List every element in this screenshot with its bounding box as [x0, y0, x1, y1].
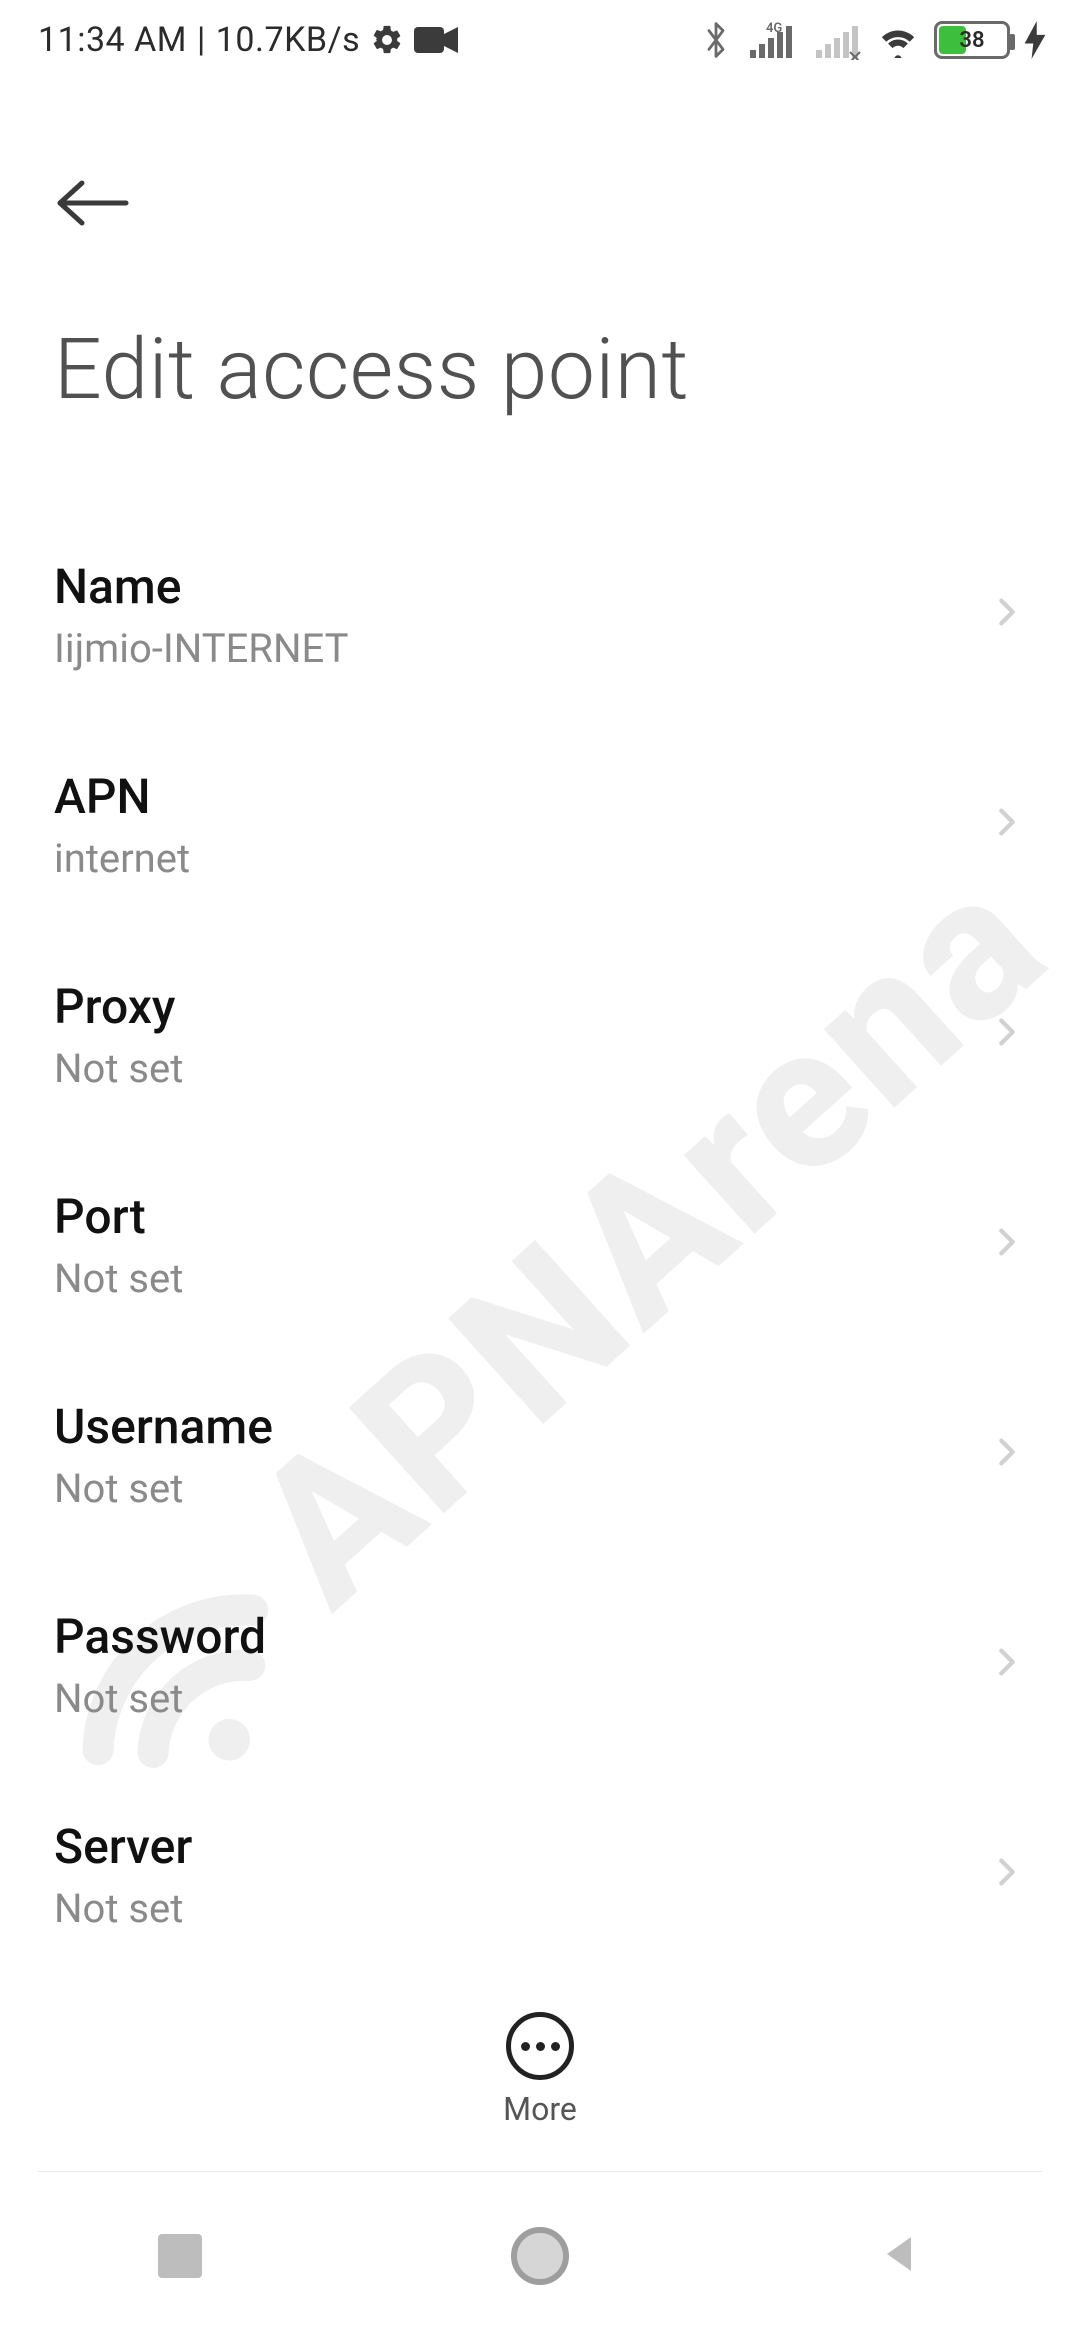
setting-label: Proxy: [54, 978, 990, 1035]
signal-sim1-icon: 4G: [744, 20, 796, 60]
arrow-left-icon: [54, 177, 130, 233]
battery-percent: 38: [937, 28, 1007, 53]
circle-icon: [511, 2227, 569, 2285]
status-bar: 11:34 AM | 10.7KB/s 4G 38: [0, 0, 1080, 80]
setting-row-password[interactable]: Password Not set: [0, 1560, 1080, 1770]
setting-label: Server: [54, 1818, 990, 1875]
setting-value: Not set: [54, 1675, 990, 1722]
signal-sim2-icon: [810, 20, 862, 60]
setting-label: Port: [54, 1188, 990, 1245]
setting-texts: Server Not set: [54, 1818, 990, 1932]
more-dots-icon: [521, 2042, 530, 2051]
nav-home-button[interactable]: [508, 2224, 572, 2288]
setting-texts: Proxy Not set: [54, 978, 990, 1092]
system-nav-bar: [0, 2172, 1080, 2340]
setting-row-server[interactable]: Server Not set: [0, 1770, 1080, 1968]
camera-icon: [414, 25, 458, 55]
page-title: Edit access point: [54, 320, 1026, 419]
more-label: More: [503, 2090, 577, 2128]
setting-label: Password: [54, 1608, 990, 1665]
chevron-right-icon: [990, 1225, 1030, 1265]
more-dots-icon: [536, 2042, 545, 2051]
triangle-left-icon: [877, 2231, 923, 2281]
setting-texts: APN internet: [54, 768, 990, 882]
status-data-rate: 10.7KB/s: [216, 20, 360, 60]
more-button[interactable]: [506, 2012, 574, 2080]
chevron-right-icon: [990, 1645, 1030, 1685]
setting-label: Name: [54, 558, 990, 615]
setting-row-name[interactable]: Name Iijmio-INTERNET: [0, 510, 1080, 720]
status-left: 11:34 AM | 10.7KB/s: [38, 20, 458, 60]
chevron-right-icon: [990, 1435, 1030, 1475]
setting-value: Not set: [54, 1045, 990, 1092]
chevron-right-icon: [990, 595, 1030, 635]
setting-texts: Name Iijmio-INTERNET: [54, 558, 990, 672]
setting-value: Not set: [54, 1465, 990, 1512]
bluetooth-icon: [702, 20, 730, 60]
setting-label: APN: [54, 768, 990, 825]
setting-value: Not set: [54, 1255, 990, 1302]
nav-back-button[interactable]: [868, 2224, 932, 2288]
setting-row-port[interactable]: Port Not set: [0, 1140, 1080, 1350]
bottom-action-bar: More: [0, 1968, 1080, 2172]
setting-row-username[interactable]: Username Not set: [0, 1350, 1080, 1560]
settings-icon: [370, 23, 404, 57]
header: Edit access point: [0, 120, 1080, 419]
setting-row-apn[interactable]: APN internet: [0, 720, 1080, 930]
setting-row-proxy[interactable]: Proxy Not set: [0, 930, 1080, 1140]
chevron-right-icon: [990, 1015, 1030, 1055]
status-right: 4G 38: [702, 20, 1046, 60]
wifi-icon: [876, 22, 920, 58]
setting-label: Username: [54, 1398, 990, 1455]
setting-value: Not set: [54, 1885, 990, 1932]
back-button[interactable]: [54, 160, 144, 250]
chevron-right-icon: [990, 1855, 1030, 1895]
nav-recents-button[interactable]: [148, 2224, 212, 2288]
settings-list: Name Iijmio-INTERNET APN internet Proxy Not s…: [0, 510, 1080, 1968]
setting-value: internet: [54, 835, 990, 882]
charging-icon: [1024, 23, 1046, 57]
chevron-right-icon: [990, 805, 1030, 845]
setting-texts: Password Not set: [54, 1608, 990, 1722]
battery-icon: 38: [934, 21, 1010, 59]
setting-value: Iijmio-INTERNET: [54, 625, 990, 672]
setting-texts: Username Not set: [54, 1398, 990, 1512]
status-time: 11:34 AM: [38, 20, 187, 60]
square-icon: [158, 2234, 202, 2278]
more-dots-icon: [551, 2042, 560, 2051]
setting-texts: Port Not set: [54, 1188, 990, 1302]
status-separator: |: [197, 20, 206, 60]
